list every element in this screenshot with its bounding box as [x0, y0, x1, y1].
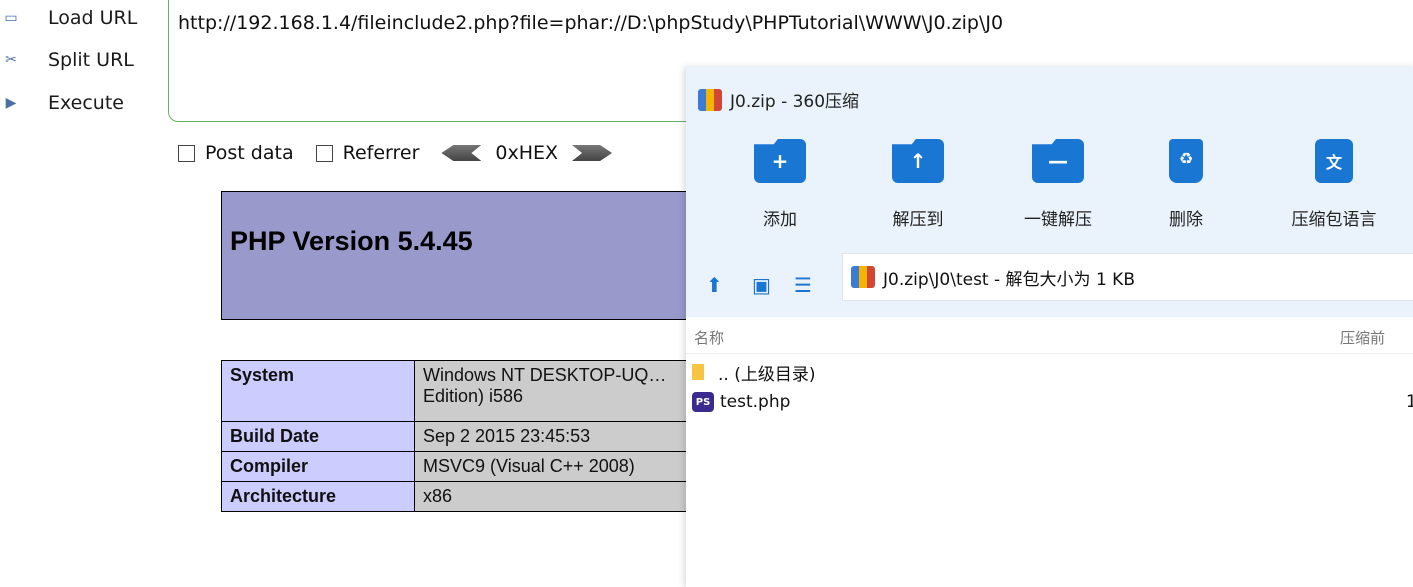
add-folder-icon: + — [754, 139, 806, 183]
hex-label: 0xHEX — [495, 142, 559, 164]
split-url-button[interactable]: ✂ Split URL — [0, 45, 170, 75]
add-button[interactable]: + 添加 — [720, 139, 840, 230]
item-name: .. (上级目录) — [718, 364, 816, 385]
execute-button[interactable]: ▶ Execute — [0, 88, 170, 118]
table-row: Compiler MSVC9 (Visual C++ 2008) — [221, 451, 732, 482]
php-version-title: PHP Version 5.4.45 — [230, 226, 473, 256]
list-view-icon[interactable]: ☰ — [794, 273, 812, 297]
extract-to-label: 解压到 — [892, 210, 944, 230]
archive-icon — [851, 266, 875, 288]
load-icon: ▭ — [4, 10, 18, 26]
file-list-header: 名称 压缩前 — [686, 317, 1413, 354]
path-bar[interactable]: J0.zip\J0\test - 解包大小为 1 KB — [842, 253, 1413, 301]
post-data-checkbox[interactable] — [178, 144, 195, 162]
referrer-checkbox[interactable] — [315, 144, 333, 162]
one-click-extract-label: 一键解压 — [1024, 210, 1092, 230]
split-url-label: Split URL — [48, 49, 134, 71]
post-data-option[interactable]: Post data — [178, 142, 294, 164]
phpstorm-icon: PS — [692, 392, 714, 412]
extract-to-icon: ↑ — [892, 139, 944, 183]
list-item[interactable]: .. (上级目录) — [692, 360, 816, 385]
arrow-right-icon[interactable] — [572, 145, 613, 161]
name-column-header[interactable]: 名称 — [694, 327, 724, 348]
up-arrow-icon[interactable]: ⬆ — [706, 273, 723, 297]
hex-option[interactable]: 0xHEX — [441, 142, 613, 164]
table-key: Architecture — [221, 481, 415, 512]
list-item[interactable]: PS test.php — [692, 390, 790, 414]
table-key: Build Date — [221, 421, 415, 452]
compressed-column-header[interactable]: 压缩前 — [1340, 327, 1385, 348]
table-key: Compiler — [221, 451, 415, 482]
archive-language-label: 压缩包语言 — [1291, 210, 1377, 230]
table-key: System — [221, 360, 415, 422]
delete-label: 删除 — [1169, 210, 1203, 230]
archive-language-button[interactable]: 文 压缩包语言 — [1274, 139, 1394, 230]
play-icon: ▶ — [5, 95, 17, 111]
load-url-button[interactable]: ▭ Load URL — [0, 3, 170, 33]
item-name: test.php — [720, 392, 791, 412]
table-row: System Windows NT DESKTOP-UQ… Edition) i… — [221, 360, 732, 422]
referrer-option[interactable]: Referrer — [315, 142, 420, 164]
hackbar-actions: ▭ Load URL ✂ Split URL ▶ Execute — [0, 0, 170, 130]
one-click-extract-button[interactable]: — 一键解压 — [998, 139, 1118, 230]
referrer-label: Referrer — [342, 142, 420, 164]
load-url-label: Load URL — [48, 7, 138, 29]
table-row: Build Date Sep 2 2015 23:45:53 — [221, 421, 732, 452]
table-value: Windows NT DESKTOP-UQ… Edition) i586 — [414, 360, 732, 422]
thumbnail-view-icon[interactable]: ▣ — [752, 273, 771, 297]
folder-icon — [692, 364, 704, 380]
trash-icon: ♻ — [1169, 139, 1203, 183]
archive-icon — [698, 88, 722, 111]
scissors-icon: ✂ — [5, 52, 17, 68]
extract-to-button[interactable]: ↑ 解压到 — [858, 139, 978, 230]
table-value: x86 — [414, 481, 732, 512]
item-size: 1 — [1406, 392, 1413, 412]
zip-toolbar-area: J0.zip - 360压缩 + 添加 ↑ 解压到 — 一键解压 ♻ 删除 文 … — [686, 67, 1413, 317]
arrow-left-icon[interactable] — [441, 145, 482, 161]
zip-titlebar: J0.zip - 360压缩 — [698, 87, 859, 112]
table-row: Architecture x86 — [221, 481, 732, 512]
hackbar-options: Post data Referrer 0xHEX — [178, 138, 634, 168]
url-text[interactable]: http://192.168.1.4/fileinclude2.php?file… — [178, 12, 1003, 34]
execute-label: Execute — [48, 92, 124, 114]
zip-window: J0.zip - 360压缩 + 添加 ↑ 解压到 — 一键解压 ♻ 删除 文 … — [686, 67, 1413, 587]
delete-button[interactable]: ♻ 删除 — [1126, 139, 1246, 230]
add-label: 添加 — [763, 210, 797, 230]
zip-window-title: J0.zip - 360压缩 — [730, 92, 860, 112]
one-click-extract-icon: — — [1032, 139, 1084, 183]
table-value: Sep 2 2015 23:45:53 — [414, 421, 732, 452]
php-info-table: System Windows NT DESKTOP-UQ… Edition) i… — [221, 360, 732, 512]
path-text: J0.zip\J0\test - 解包大小为 1 KB — [883, 269, 1135, 290]
table-value: MSVC9 (Visual C++ 2008) — [414, 451, 732, 482]
post-data-label: Post data — [205, 142, 294, 164]
language-icon: 文 — [1315, 139, 1353, 183]
